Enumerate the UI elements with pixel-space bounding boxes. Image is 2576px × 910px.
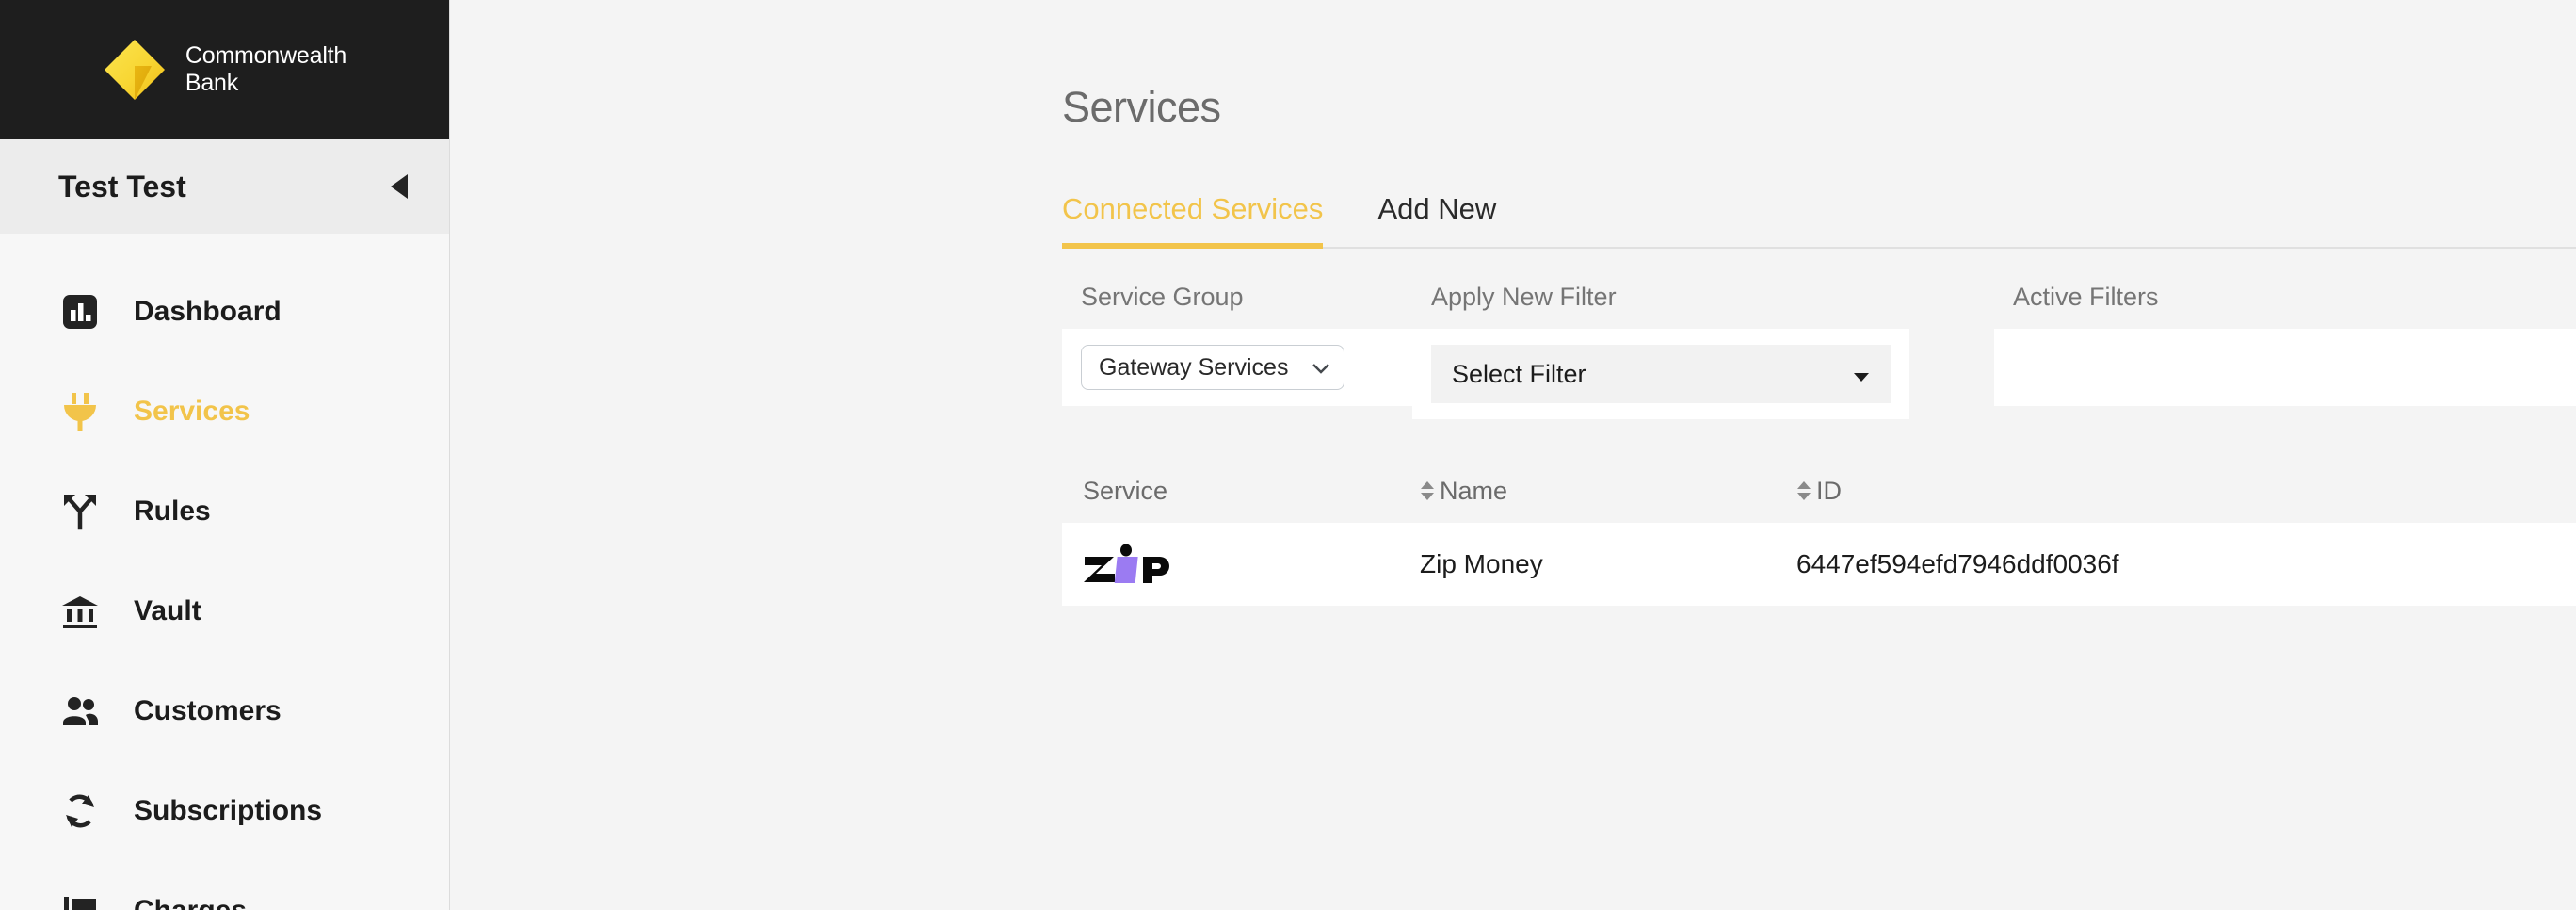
select-filter-dropdown[interactable]: Select Filter [1431,345,1891,403]
tab-add-new[interactable]: Add New [1377,192,1496,247]
sort-icon [1796,480,1811,501]
brand-logo-bar: Commonwealth Bank [0,0,449,139]
sidebar-item-vault[interactable]: Vault [0,561,449,661]
active-filters-label: Active Filters [2013,283,2159,311]
cell-service-logo [1062,544,1420,584]
column-header-id[interactable]: ID [1796,477,2576,506]
tab-connected-services[interactable]: Connected Services [1062,192,1324,249]
sidebar-item-label: Vault [134,595,201,626]
app-root: Commonwealth Bank Test Test Dashboard Se… [0,0,2576,910]
sidebar-item-subscriptions[interactable]: Subscriptions [0,761,449,861]
services-table: Service Name ID Zip Money 6447ef594efd79… [1062,459,2576,606]
flag-icon [58,889,102,910]
sidebar-nav: Dashboard Services Rules Vault Customers… [0,234,449,910]
sort-icon [1420,480,1435,501]
sidebar-item-label: Dashboard [134,296,282,327]
brand-name: Commonwealth Bank [185,41,347,97]
branch-fork-icon [58,490,102,533]
column-header-name[interactable]: Name [1420,477,1796,506]
table-row: Zip Money 6447ef594efd7946ddf0036f [1062,523,2576,606]
active-filters-box[interactable] [1994,329,2576,406]
service-group-select[interactable]: Gateway Services [1081,345,1344,390]
sidebar-item-dashboard[interactable]: Dashboard [0,262,449,362]
plug-icon [58,390,102,433]
caret-down-icon [1853,360,1870,389]
sidebar: Commonwealth Bank Test Test Dashboard Se… [0,0,450,910]
commonwealth-bank-diamond-icon [103,38,167,102]
sidebar-item-services[interactable]: Services [0,362,449,462]
main-content: Services Connected Services Add New Serv… [450,0,2576,910]
sidebar-item-customers[interactable]: Customers [0,661,449,761]
column-header-id-label: ID [1816,476,1842,505]
bank-icon [58,590,102,633]
select-filter-value: Select Filter [1452,359,1586,388]
user-bar: Test Test [0,139,449,234]
column-header-name-label: Name [1440,476,1508,505]
column-header-service: Service [1083,476,1168,505]
service-group-label: Service Group [1081,283,1244,311]
sidebar-item-label: Customers [134,695,282,726]
page-title: Services [1062,83,1221,131]
sidebar-item-label: Subscriptions [134,795,323,826]
sidebar-item-label: Charges [134,895,247,910]
apply-new-filter: Apply New Filter Select Filter [1412,283,1909,419]
sidebar-item-label: Services [134,396,250,427]
zip-logo [1084,544,1169,583]
active-filters: Active Filters [1994,283,2576,406]
user-name: Test Test [58,169,186,203]
tab-bar: Connected Services Add New [1062,171,2576,249]
chevron-down-icon [1312,354,1330,382]
caret-left-icon[interactable] [385,171,413,203]
table-header-row: Service Name ID [1062,459,2576,523]
apply-new-filter-label: Apply New Filter [1431,283,1617,311]
service-group-value: Gateway Services [1099,353,1289,381]
bar-chart-icon [58,290,102,333]
people-icon [58,690,102,733]
sidebar-item-label: Rules [134,496,211,527]
sidebar-item-rules[interactable]: Rules [0,462,449,561]
apply-new-filter-box: Select Filter [1412,329,1909,419]
cell-id: 6447ef594efd7946ddf0036f [1796,549,2119,578]
service-group-box: Gateway Services [1062,329,1412,406]
refresh-icon [58,789,102,833]
cell-name: Zip Money [1420,549,1543,578]
sidebar-item-charges[interactable]: Charges [0,861,449,910]
service-group-filter: Service Group Gateway Services [1062,283,1412,406]
filter-row: Service Group Gateway Services Apply New… [1062,283,2576,419]
